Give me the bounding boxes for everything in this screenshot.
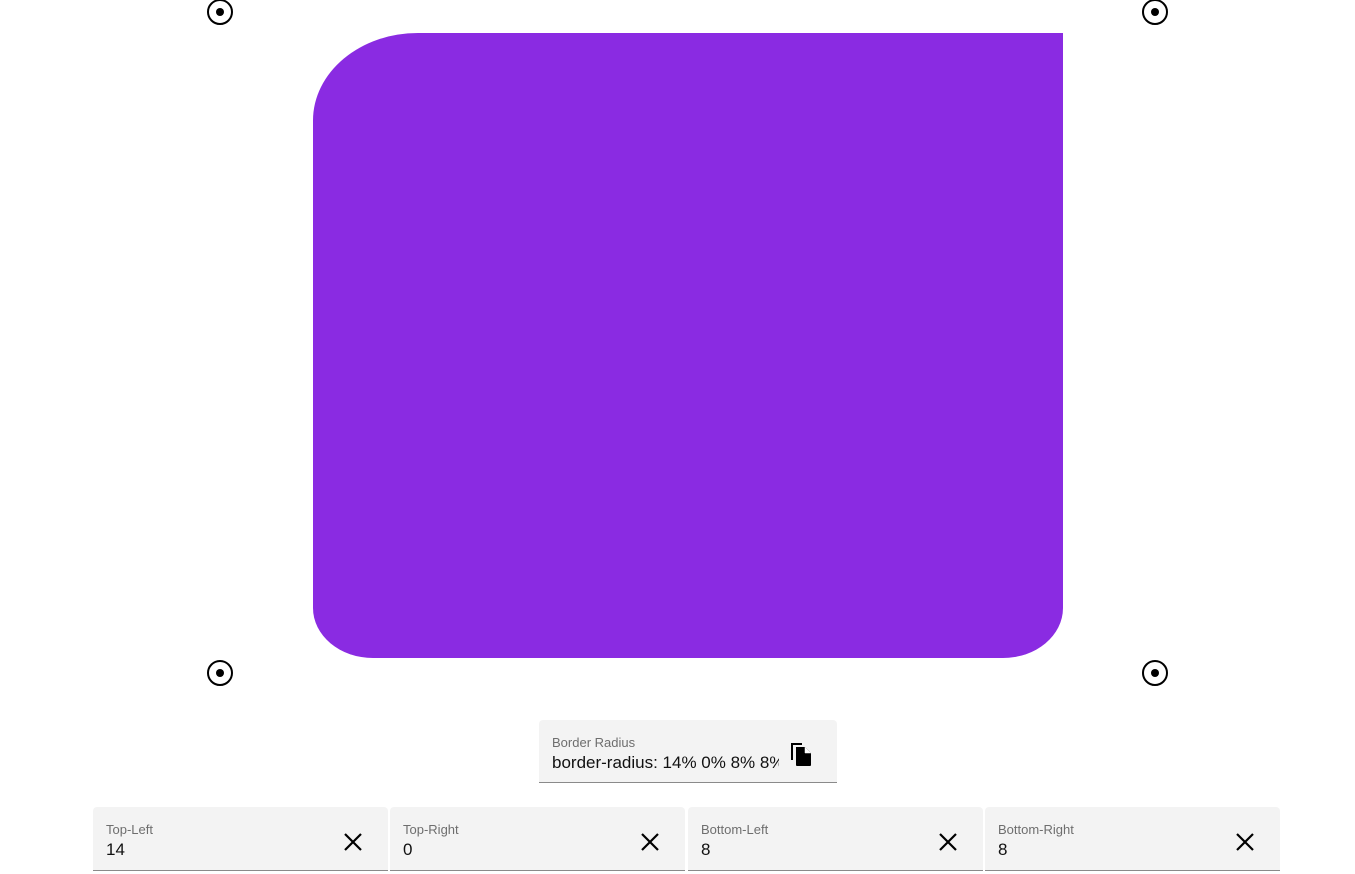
top-right-field[interactable]: Top-Right 0	[390, 807, 685, 871]
close-icon	[1236, 833, 1254, 851]
border-radius-label: Border Radius	[552, 735, 636, 750]
bottom-left-label: Bottom-Left	[701, 822, 769, 837]
preview-shape	[313, 33, 1063, 658]
close-icon	[641, 833, 659, 851]
top-left-clear-button[interactable]	[342, 831, 364, 853]
top-left-label: Top-Left	[106, 822, 153, 837]
bottom-left-clear-button[interactable]	[937, 831, 959, 853]
close-icon	[344, 833, 362, 851]
bottom-left-field[interactable]: Bottom-Left 8	[688, 807, 983, 871]
bottom-left-handle-icon[interactable]	[207, 660, 233, 686]
bottom-right-field[interactable]: Bottom-Right 8	[985, 807, 1280, 871]
copy-icon	[791, 743, 811, 766]
bottom-right-clear-button[interactable]	[1234, 831, 1256, 853]
bottom-right-label: Bottom-Right	[998, 822, 1074, 837]
border-radius-output[interactable]: Border Radius border-radius: 14% 0% 8% 8…	[539, 720, 837, 783]
top-left-handle-icon[interactable]	[207, 0, 233, 25]
bottom-right-input[interactable]: 8	[998, 840, 1007, 860]
bottom-right-handle-icon[interactable]	[1142, 660, 1168, 686]
border-radius-value[interactable]: border-radius: 14% 0% 8% 8%;	[552, 753, 779, 773]
border-radius-editor: Border Radius border-radius: 14% 0% 8% 8…	[0, 0, 1355, 874]
close-icon	[939, 833, 957, 851]
top-right-handle-icon[interactable]	[1142, 0, 1168, 25]
bottom-left-input[interactable]: 8	[701, 840, 710, 860]
top-right-label: Top-Right	[403, 822, 459, 837]
top-left-input[interactable]: 14	[106, 840, 125, 860]
top-right-clear-button[interactable]	[639, 831, 661, 853]
copy-button[interactable]	[788, 740, 814, 768]
top-right-input[interactable]: 0	[403, 840, 412, 860]
top-left-field[interactable]: Top-Left 14	[93, 807, 388, 871]
